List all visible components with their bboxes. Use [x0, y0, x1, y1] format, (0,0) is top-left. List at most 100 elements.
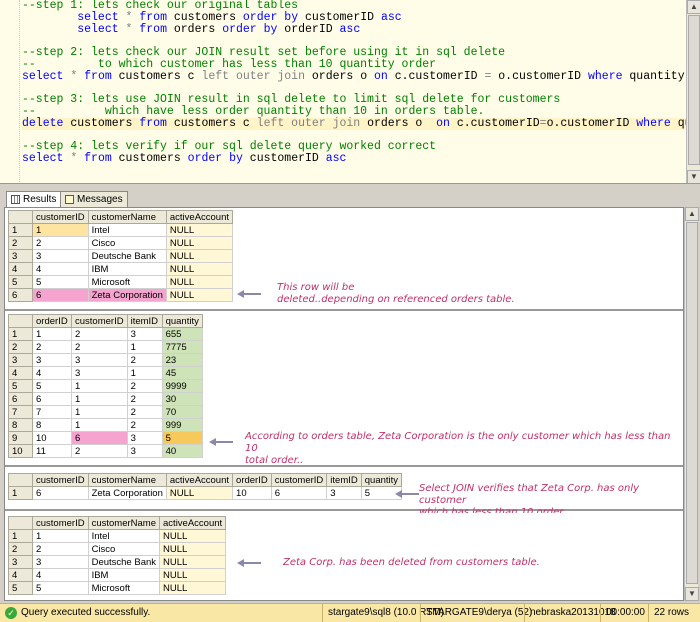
table-row[interactable]: 4 4 IBM NULL — [8, 568, 227, 582]
row-number[interactable]: 1 — [8, 223, 33, 237]
col-customerName[interactable]: customerName — [87, 473, 167, 487]
orders-table[interactable]: orderID customerID itemID quantity 11236… — [8, 314, 203, 458]
col-customerID-2[interactable]: customerID — [270, 473, 328, 487]
table-cell[interactable]: 10 — [232, 486, 272, 500]
tab-messages[interactable]: Messages — [60, 191, 128, 207]
col-itemID[interactable]: itemID — [326, 473, 362, 487]
table-row[interactable]: 9 10 6 3 5 — [8, 431, 203, 445]
table-cell[interactable]: Zeta Corporation — [87, 288, 167, 302]
table-cell[interactable]: 8 — [32, 418, 72, 432]
col-activeAccount[interactable]: activeAccount — [165, 473, 234, 487]
table-row[interactable]: 5 5 Microsoft NULL — [8, 581, 227, 595]
table-cell[interactable]: Zeta Corporation — [87, 486, 167, 500]
code-area[interactable]: --step 1: lets check our original tables… — [22, 0, 700, 165]
table-cell[interactable]: IBM — [87, 568, 161, 582]
table-cell[interactable]: 23 — [161, 353, 203, 367]
table-row[interactable]: 2 2 2 1 7775 — [8, 340, 203, 354]
customers-table[interactable]: customerID customerName activeAccount 11… — [8, 210, 234, 302]
grid-corner[interactable] — [8, 516, 33, 530]
code-line[interactable]: select * from customers c left outer joi… — [22, 71, 700, 83]
table-row[interactable]: 1 1 Intel NULL — [8, 223, 234, 237]
table-row[interactable]: 4 4 IBM NULL — [8, 262, 234, 276]
table-cell[interactable]: 3 — [32, 249, 89, 263]
col-customerName[interactable]: customerName — [87, 516, 161, 530]
table-cell[interactable]: 1 — [71, 392, 128, 406]
table-cell[interactable]: 10 — [32, 431, 72, 445]
table-cell[interactable]: 2 — [71, 340, 128, 354]
table-cell[interactable]: 1 — [126, 340, 163, 354]
table-cell[interactable]: NULL — [165, 249, 234, 263]
col-customerID[interactable]: customerID — [71, 314, 128, 328]
table-cell[interactable]: 655 — [161, 327, 203, 341]
table-cell[interactable]: 40 — [161, 444, 203, 458]
col-itemID[interactable]: itemID — [126, 314, 163, 328]
scroll-up-icon[interactable]: ▲ — [687, 0, 700, 14]
table-cell[interactable]: NULL — [159, 555, 227, 569]
table-row[interactable]: 3 3 3 2 23 — [8, 353, 203, 367]
scroll-down-icon[interactable]: ▼ — [685, 587, 699, 601]
row-number[interactable]: 4 — [8, 366, 33, 380]
col-activeAccount[interactable]: activeAccount — [165, 210, 234, 224]
table-cell[interactable]: 2 — [32, 340, 72, 354]
row-number[interactable]: 3 — [8, 353, 33, 367]
row-number[interactable]: 4 — [8, 262, 33, 276]
table-cell[interactable]: 1 — [32, 223, 89, 237]
results-scroll-thumb[interactable] — [686, 222, 698, 584]
table-cell[interactable]: 3 — [326, 486, 362, 500]
col-customerID[interactable]: customerID — [32, 473, 89, 487]
col-quantity[interactable]: quantity — [360, 473, 403, 487]
table-cell[interactable]: 2 — [126, 379, 163, 393]
table-cell[interactable]: NULL — [165, 236, 234, 250]
table-cell[interactable]: 9999 — [161, 379, 203, 393]
table-cell[interactable]: 2 — [71, 444, 128, 458]
table-cell[interactable]: 3 — [126, 431, 163, 445]
row-number[interactable]: 2 — [8, 542, 33, 556]
table-cell[interactable]: 7775 — [161, 340, 203, 354]
row-number[interactable]: 5 — [8, 275, 33, 289]
table-cell[interactable]: 2 — [32, 236, 89, 250]
table-cell[interactable]: 30 — [161, 392, 203, 406]
table-cell[interactable]: 1 — [71, 379, 128, 393]
table-row[interactable]: 1 1 Intel NULL — [8, 529, 227, 543]
row-number[interactable]: 4 — [8, 568, 33, 582]
table-cell[interactable]: 70 — [161, 405, 203, 419]
row-number[interactable]: 3 — [8, 249, 33, 263]
table-cell[interactable]: 1 — [32, 529, 89, 543]
scroll-down-icon[interactable]: ▼ — [687, 170, 700, 183]
table-cell[interactable]: 5 — [32, 275, 89, 289]
table-cell[interactable]: NULL — [165, 275, 234, 289]
code-line[interactable]: delete customers from customers c left o… — [22, 118, 700, 130]
table-cell[interactable]: Deutsche Bank — [87, 555, 161, 569]
table-cell[interactable]: NULL — [165, 223, 234, 237]
table-row[interactable]: 6 6 Zeta Corporation NULL — [8, 288, 234, 302]
row-number[interactable]: 8 — [8, 418, 33, 432]
code-line[interactable]: select * from orders order by orderID as… — [22, 24, 686, 36]
table-cell[interactable]: 1 — [126, 366, 163, 380]
code-line[interactable]: select * from customers order by custome… — [22, 153, 686, 165]
table-cell[interactable]: 6 — [32, 392, 72, 406]
table-cell[interactable]: 4 — [32, 568, 89, 582]
results-scrollbar[interactable]: ▲ ▼ — [684, 207, 699, 601]
table-cell[interactable]: 999 — [161, 418, 203, 432]
table-cell[interactable]: NULL — [165, 288, 234, 302]
row-number[interactable]: 6 — [8, 392, 33, 406]
table-cell[interactable]: 11 — [32, 444, 72, 458]
table-cell[interactable]: 5 — [32, 379, 72, 393]
col-quantity[interactable]: quantity — [161, 314, 203, 328]
table-cell[interactable]: 45 — [161, 366, 203, 380]
table-row[interactable]: 3 3 Deutsche Bank NULL — [8, 555, 227, 569]
table-cell[interactable]: 2 — [126, 405, 163, 419]
row-number[interactable]: 10 — [8, 444, 33, 458]
table-row[interactable]: 10 11 2 3 40 — [8, 444, 203, 458]
table-cell[interactable]: 3 — [126, 444, 163, 458]
table-cell[interactable]: NULL — [159, 581, 227, 595]
table-row[interactable]: 7 7 1 2 70 — [8, 405, 203, 419]
col-orderID[interactable]: orderID — [232, 473, 272, 487]
sql-editor[interactable]: --step 1: lets check our original tables… — [0, 0, 700, 184]
col-customerID[interactable]: customerID — [32, 516, 89, 530]
table-row[interactable]: 5 5 Microsoft NULL — [8, 275, 234, 289]
col-activeAccount[interactable]: activeAccount — [159, 516, 227, 530]
row-number[interactable]: 2 — [8, 236, 33, 250]
table-cell[interactable]: Microsoft — [87, 581, 161, 595]
table-row[interactable]: 2 2 Cisco NULL — [8, 236, 234, 250]
